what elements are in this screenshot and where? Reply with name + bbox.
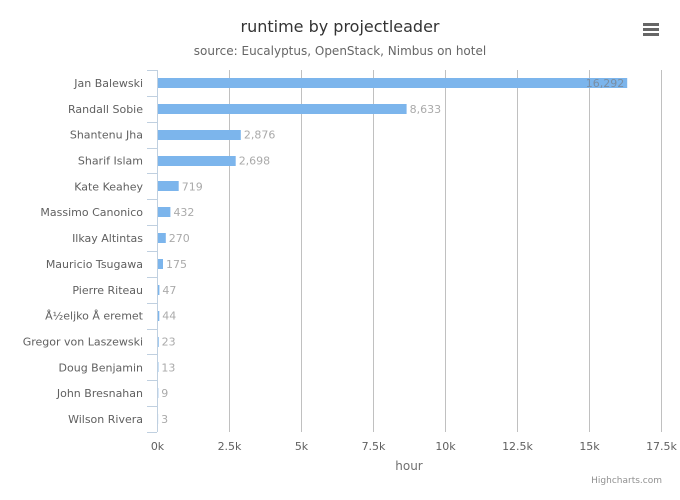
context-menu-button[interactable]	[636, 16, 666, 42]
x-tick-label: 10k	[435, 440, 456, 453]
data-label: 2,698	[239, 155, 271, 168]
category-label: Pierre Riteau	[72, 284, 143, 297]
category-label: Sharif Islam	[78, 155, 143, 168]
x-axis-title: hour	[395, 459, 423, 473]
data-label: 23	[162, 336, 176, 349]
data-label: 3	[161, 413, 168, 426]
category-label: Doug Benjamin	[59, 361, 144, 374]
data-label: 270	[169, 232, 190, 245]
x-tick-label: 5k	[295, 440, 309, 453]
data-label: 47	[162, 284, 176, 297]
chart-title: runtime by projectleader	[240, 17, 439, 36]
x-tick-label: 2.5k	[218, 440, 242, 453]
data-label: 432	[173, 206, 194, 219]
bar[interactable]	[158, 156, 236, 166]
category-label: Randall Sobie	[68, 103, 143, 116]
category-label: John Bresnahan	[56, 387, 143, 400]
data-label: 2,876	[244, 129, 276, 142]
bar[interactable]	[158, 181, 179, 191]
bar[interactable]	[158, 285, 160, 295]
bar[interactable]	[158, 130, 241, 140]
category-label: Kate Keahey	[74, 180, 143, 193]
category-label: Shantenu Jha	[70, 129, 143, 142]
bar[interactable]	[158, 337, 159, 347]
data-label: 13	[161, 361, 175, 374]
x-tick-label: 17.5k	[646, 440, 677, 453]
x-tick-label: 0k	[151, 440, 165, 453]
data-label: 719	[182, 180, 203, 193]
category-label: Massimo Canonico	[40, 206, 143, 219]
x-tick-label: 7.5k	[362, 440, 386, 453]
bar[interactable]	[158, 311, 160, 321]
data-label: 16,292	[586, 77, 625, 90]
category-label: Wilson Rivera	[68, 413, 143, 426]
bar[interactable]	[158, 207, 171, 217]
category-label: Jan Balewski	[73, 77, 143, 90]
category-label: Gregor von Laszewski	[23, 336, 143, 349]
data-label: 175	[166, 258, 187, 271]
category-label: Å½eljko Å eremet	[45, 310, 144, 323]
bar[interactable]	[158, 233, 166, 243]
category-label: Ilkay Altintas	[72, 232, 143, 245]
data-label: 9	[161, 387, 168, 400]
data-label: 44	[162, 310, 176, 323]
category-label: Mauricio Tsugawa	[46, 258, 143, 271]
chart-subtitle: source: Eucalyptus, OpenStack, Nimbus on…	[194, 44, 486, 58]
hamburger-menu-icon[interactable]	[643, 23, 659, 36]
chart: runtime by projectleader source: Eucalyp…	[0, 0, 680, 500]
x-tick-label: 15k	[579, 440, 600, 453]
data-label: 8,633	[410, 103, 442, 116]
x-tick-label: 12.5k	[502, 440, 533, 453]
highcharts-credits-link[interactable]: Highcharts.com	[591, 476, 662, 486]
bar[interactable]	[158, 78, 628, 88]
bar[interactable]	[158, 259, 163, 269]
bar[interactable]	[158, 104, 407, 114]
